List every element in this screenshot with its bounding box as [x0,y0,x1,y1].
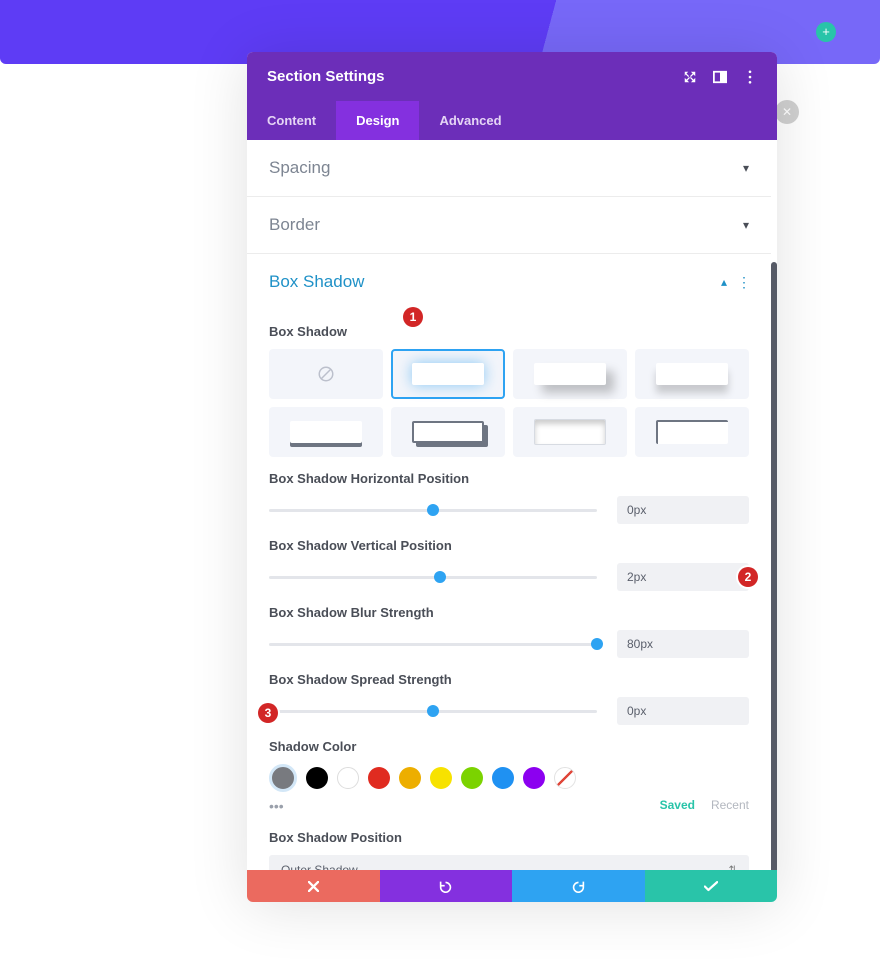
color-tab-recent[interactable]: Recent [711,798,749,812]
shadow-preset-grid [269,349,749,457]
color-swatch[interactable] [306,767,328,789]
chevron-down-icon: ▾ [743,218,749,232]
group-border[interactable]: Border ▾ [247,197,771,254]
modal-header: Section Settings [247,52,777,101]
check-icon [704,881,718,892]
color-swatch[interactable] [368,767,390,789]
modal-tabs: Content Design Advanced [247,101,777,140]
modal-body: Spacing ▾ Border ▾ Box Shadow ▴ ⋮ [247,140,777,870]
label-shadow-color: Shadow Color [269,739,749,754]
shadow-preset-1[interactable] [391,349,505,399]
modal-footer [247,870,777,902]
group-spacing[interactable]: Spacing ▾ [247,140,771,197]
label-shadow-position: Box Shadow Position [269,830,749,845]
tab-design[interactable]: Design [336,101,419,140]
undo-icon [439,880,452,893]
color-tabs: Saved Recent [660,798,749,812]
close-panel-button[interactable]: ✕ [775,100,799,124]
group-title-spacing: Spacing [269,158,330,178]
shadow-preset-7[interactable] [635,407,749,457]
cancel-button[interactable] [247,870,380,902]
color-swatch[interactable] [337,767,359,789]
color-swatch-selected[interactable] [269,764,297,792]
color-swatch[interactable] [523,767,545,789]
chevron-down-icon: ▾ [743,161,749,175]
annotation-badge-2: 2 [738,567,758,587]
shadow-preset-4[interactable] [269,407,383,457]
value-blur[interactable]: 80px [617,630,749,658]
color-swatch-none[interactable] [554,767,576,789]
color-tab-saved[interactable]: Saved [660,798,695,812]
updown-icon: ⇅ [729,865,737,871]
header-icon-group [683,70,757,84]
slider-horizontal[interactable] [269,509,597,512]
section-settings-modal: Section Settings Content Design Advanced… [247,52,777,902]
tab-content[interactable]: Content [247,101,336,140]
label-horizontal: Box Shadow Horizontal Position [269,471,749,486]
label-blur: Box Shadow Blur Strength [269,605,749,620]
scrollbar-thumb[interactable] [771,262,777,870]
annotation-badge-1: 1 [403,307,423,327]
group-title-boxshadow: Box Shadow [269,272,364,292]
color-swatch[interactable] [461,767,483,789]
ban-icon [317,365,335,383]
slider-vertical[interactable] [269,576,597,579]
kebab-icon[interactable] [743,70,757,84]
snap-icon[interactable] [713,70,727,84]
close-icon [308,881,319,892]
slider-spread[interactable] [269,710,597,713]
shadow-position-value: Outer Shadow [281,863,358,870]
expand-icon[interactable] [683,70,697,84]
label-spread: Box Shadow Spread Strength [269,672,749,687]
undo-button[interactable] [380,870,513,902]
chevron-up-icon: ▴ [721,275,727,289]
shadow-position-select[interactable]: Outer Shadow ⇅ [269,855,749,870]
shadow-preset-none[interactable] [269,349,383,399]
modal-scroll: Spacing ▾ Border ▾ Box Shadow ▴ ⋮ [247,140,771,870]
add-section-button[interactable]: + [816,22,836,42]
label-vertical: Box Shadow Vertical Position [269,538,749,553]
color-swatch[interactable] [430,767,452,789]
color-swatch[interactable] [492,767,514,789]
tab-advanced[interactable]: Advanced [419,101,521,140]
shadow-preset-6[interactable] [513,407,627,457]
shadow-preset-5[interactable] [391,407,505,457]
boxshadow-panel: Box Shadow Box Shadow Horizontal P [247,310,771,870]
group-boxshadow: Box Shadow ▴ ⋮ Box Shadow [247,254,771,870]
save-button[interactable] [645,870,778,902]
group-head-boxshadow[interactable]: Box Shadow ▴ ⋮ [269,272,749,292]
value-vertical[interactable]: 2px [617,563,749,591]
annotation-badge-3: 3 [258,703,278,723]
slider-blur[interactable] [269,643,597,646]
value-horizontal[interactable]: 0px [617,496,749,524]
color-swatch[interactable] [399,767,421,789]
shadow-preset-2[interactable] [513,349,627,399]
shadow-preset-3[interactable] [635,349,749,399]
group-title-border: Border [269,215,320,235]
color-swatches [269,764,749,792]
modal-title: Section Settings [267,68,385,85]
more-colors-button[interactable]: ••• [269,798,284,814]
redo-button[interactable] [512,870,645,902]
kebab-icon[interactable]: ⋮ [737,274,749,291]
label-boxshadow: Box Shadow [269,324,749,339]
redo-icon [572,880,585,893]
value-spread[interactable]: 0px [617,697,749,725]
